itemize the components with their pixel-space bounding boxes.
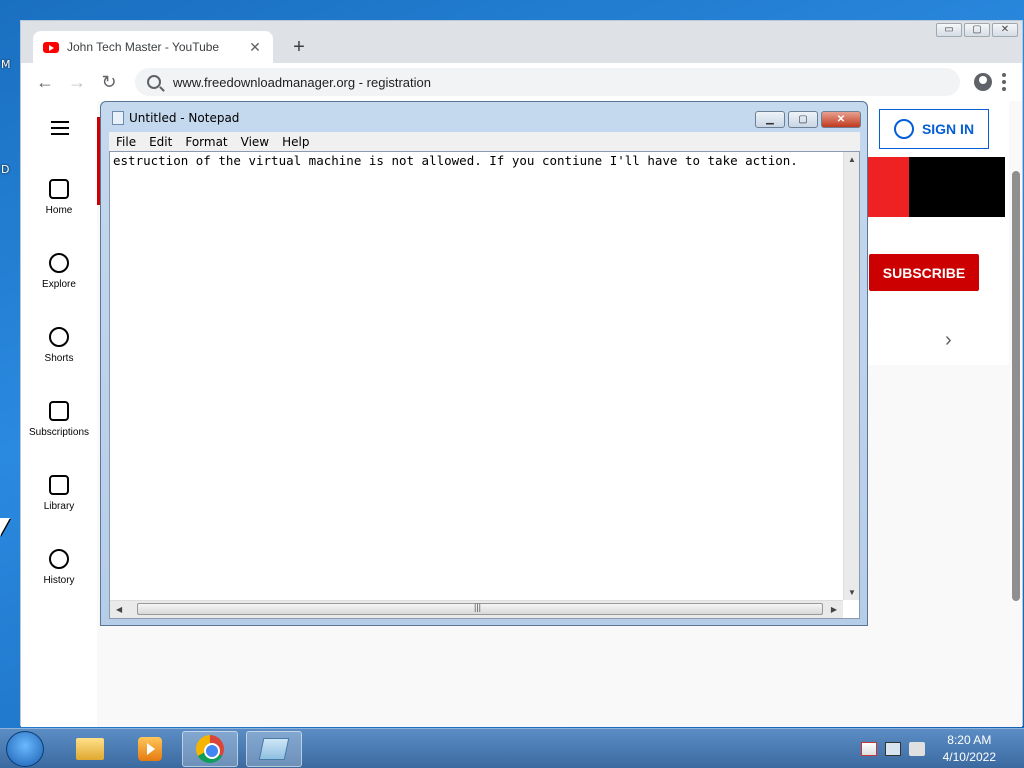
tab-close-icon[interactable]: ✕ — [247, 39, 263, 56]
sidebar-item-subscriptions[interactable]: Subscriptions — [21, 401, 97, 438]
new-tab-button[interactable]: + — [287, 36, 311, 59]
menu-file[interactable]: File — [116, 135, 136, 149]
folder-icon — [76, 738, 104, 760]
sidebar-item-label: Home — [45, 205, 73, 216]
forward-button[interactable]: → — [61, 66, 93, 98]
mouse-cursor — [0, 518, 10, 536]
clock[interactable]: 8:20 AM 4/10/2022 — [943, 732, 996, 766]
scroll-right-icon[interactable]: ▶ — [831, 605, 837, 614]
sidebar-item-history[interactable]: History — [21, 549, 97, 586]
close-button[interactable]: ✕ — [821, 111, 861, 128]
scroll-down-icon[interactable]: ▼ — [848, 588, 856, 597]
start-button[interactable] — [6, 731, 44, 767]
clock-time: 8:20 AM — [947, 733, 992, 747]
network-icon[interactable] — [884, 742, 901, 756]
menu-help[interactable]: Help — [282, 135, 309, 149]
minimize-button[interactable]: ▭ — [936, 23, 962, 37]
sidebar-item-label: Explore — [42, 279, 76, 290]
sidebar-item-library[interactable]: Library — [21, 475, 97, 512]
taskbar-chrome[interactable] — [182, 731, 238, 767]
home-icon — [49, 179, 69, 199]
menu-format[interactable]: Format — [185, 135, 227, 149]
clock-date: 4/10/2022 — [942, 750, 996, 764]
channel-banner — [867, 157, 909, 217]
browser-toolbar: ← → ↻ www.freedownloadmanager.org - regi… — [21, 63, 1022, 101]
menu-view[interactable]: View — [241, 135, 269, 149]
notepad-icon — [112, 111, 124, 125]
shorts-icon — [49, 327, 69, 347]
maximize-button[interactable]: ▢ — [964, 23, 990, 37]
sidebar-item-home[interactable]: Home — [21, 179, 97, 216]
sidebar-item-label: History — [43, 575, 75, 586]
tab-title: John Tech Master - YouTube — [67, 40, 220, 54]
profile-icon[interactable] — [974, 73, 992, 91]
chrome-title-bar: ▭ ▢ ✕ John Tech Master - YouTube ✕ + ← →… — [21, 21, 1022, 111]
action-center-flag-icon[interactable] — [860, 742, 877, 756]
scroll-left-icon[interactable]: ◀ — [116, 605, 122, 614]
desktop-icon-label: M — [1, 58, 11, 71]
address-text: www.freedownloadmanager.org - registrati… — [173, 74, 431, 90]
subscriptions-icon — [49, 401, 69, 421]
chrome-icon — [196, 735, 224, 763]
page-scrollbar[interactable] — [1012, 171, 1020, 601]
channel-banner — [909, 157, 1005, 217]
compass-icon — [49, 253, 69, 273]
window-controls: ▭ ▢ ✕ — [936, 23, 1018, 37]
user-icon — [893, 119, 914, 139]
sidebar-item-label: Shorts — [44, 353, 74, 364]
sign-in-label: SIGN IN — [921, 121, 975, 137]
vertical-scrollbar[interactable]: ▲ ▼ — [843, 152, 859, 600]
close-button[interactable]: ✕ — [992, 23, 1018, 37]
notepad-icon — [258, 738, 290, 760]
sidebar-item-label: Library — [43, 501, 75, 512]
youtube-favicon-icon — [43, 41, 59, 53]
library-icon — [49, 475, 69, 495]
scroll-grip-icon: ||| — [474, 602, 482, 612]
back-button[interactable]: ← — [29, 66, 61, 98]
taskbar-notepad[interactable] — [246, 731, 302, 767]
notepad-window: Untitled - Notepad ▁ ▢ ✕ File Edit Forma… — [100, 101, 868, 626]
taskbar: 8:20 AM 4/10/2022 — [0, 728, 1024, 768]
history-icon — [49, 549, 69, 569]
media-player-icon — [138, 737, 162, 761]
tab-youtube[interactable]: John Tech Master - YouTube ✕ — [33, 31, 273, 63]
chrome-menu-icon[interactable] — [1002, 73, 1006, 91]
subscribe-button[interactable]: SUBSCRIBE — [869, 254, 979, 291]
system-tray: 8:20 AM 4/10/2022 — [860, 729, 1024, 768]
desktop-icon-label: D — [1, 163, 10, 176]
hamburger-menu-icon[interactable] — [51, 121, 69, 139]
search-icon — [147, 75, 161, 89]
taskbar-media-player[interactable] — [122, 731, 178, 767]
maximize-button[interactable]: ▢ — [788, 111, 818, 128]
notepad-menubar: File Edit Format View Help — [109, 132, 860, 151]
horizontal-scrollbar[interactable]: ◀ ||| ▶ — [110, 600, 843, 618]
sidebar-item-label: Subscriptions — [28, 427, 90, 438]
notepad-text-area[interactable]: estruction of the virtual machine is not… — [109, 151, 860, 619]
chevron-right-icon[interactable]: › — [945, 329, 952, 352]
sidebar-item-explore[interactable]: Explore — [21, 253, 97, 290]
notepad-content: estruction of the virtual machine is not… — [113, 153, 798, 168]
youtube-sidebar: Home Explore Shorts Subscriptions Librar… — [21, 101, 97, 727]
minimize-button[interactable]: ▁ — [755, 111, 785, 128]
tab-strip: John Tech Master - YouTube ✕ + — [33, 31, 311, 63]
sign-in-button[interactable]: SIGN IN — [879, 109, 989, 149]
reload-button[interactable]: ↻ — [93, 66, 125, 98]
notepad-title: Untitled - Notepad — [129, 111, 240, 125]
taskbar-explorer[interactable] — [62, 731, 118, 767]
sidebar-item-shorts[interactable]: Shorts — [21, 327, 97, 364]
volume-icon[interactable] — [908, 742, 925, 756]
address-bar[interactable]: www.freedownloadmanager.org - registrati… — [135, 68, 960, 96]
notepad-window-controls: ▁ ▢ ✕ — [755, 111, 861, 128]
menu-edit[interactable]: Edit — [149, 135, 172, 149]
scroll-thumb[interactable]: ||| — [137, 602, 823, 615]
scroll-up-icon[interactable]: ▲ — [848, 155, 856, 164]
